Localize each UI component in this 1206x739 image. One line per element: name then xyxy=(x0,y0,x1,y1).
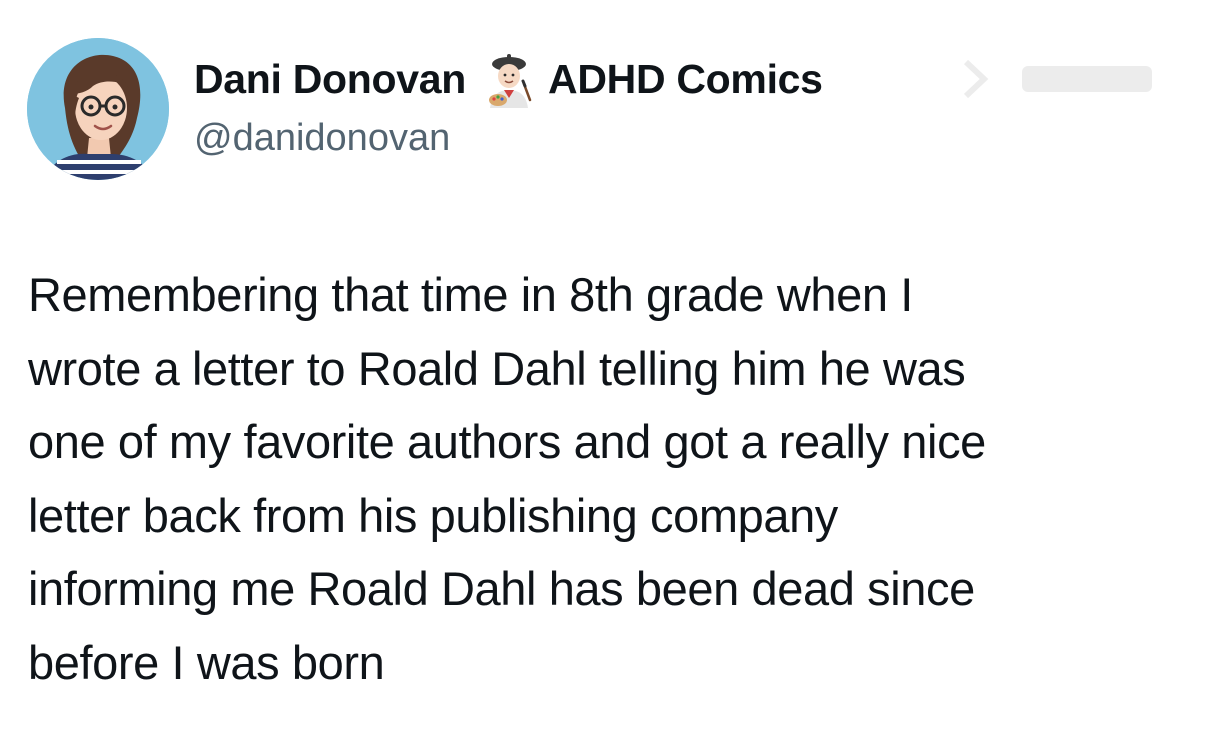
tweet-text-line: one of my favorite authors and got a rea… xyxy=(28,415,986,468)
tweet-text-line: Remembering that time in 8th grade when … xyxy=(28,268,913,321)
artist-emoji-icon xyxy=(480,50,538,108)
faded-watermark-icon xyxy=(963,59,1152,99)
avatar[interactable] xyxy=(27,38,169,180)
author-handle[interactable]: @danidonovan xyxy=(194,117,450,160)
avatar-portrait-illustration xyxy=(27,38,169,180)
tweet-text-line: before I was born xyxy=(28,635,385,689)
tweet-text-line: wrote a letter to Roald Dahl telling him… xyxy=(28,341,966,395)
tweet-text-line: letter back from his publishing company xyxy=(28,488,838,542)
author-name-row[interactable]: Dani Donovan ADHD Comics xyxy=(194,50,823,108)
author-name-suffix[interactable]: ADHD Comics xyxy=(548,56,823,103)
tweet-text: Remembering that time in 8th grade when … xyxy=(28,258,1178,699)
tweet-text-line: informing me Roald Dahl has been dead si… xyxy=(28,562,975,615)
author-display-name[interactable]: Dani Donovan xyxy=(194,56,466,103)
tweet: Dani Donovan ADHD Comics @danidonovan Re… xyxy=(0,0,1206,739)
